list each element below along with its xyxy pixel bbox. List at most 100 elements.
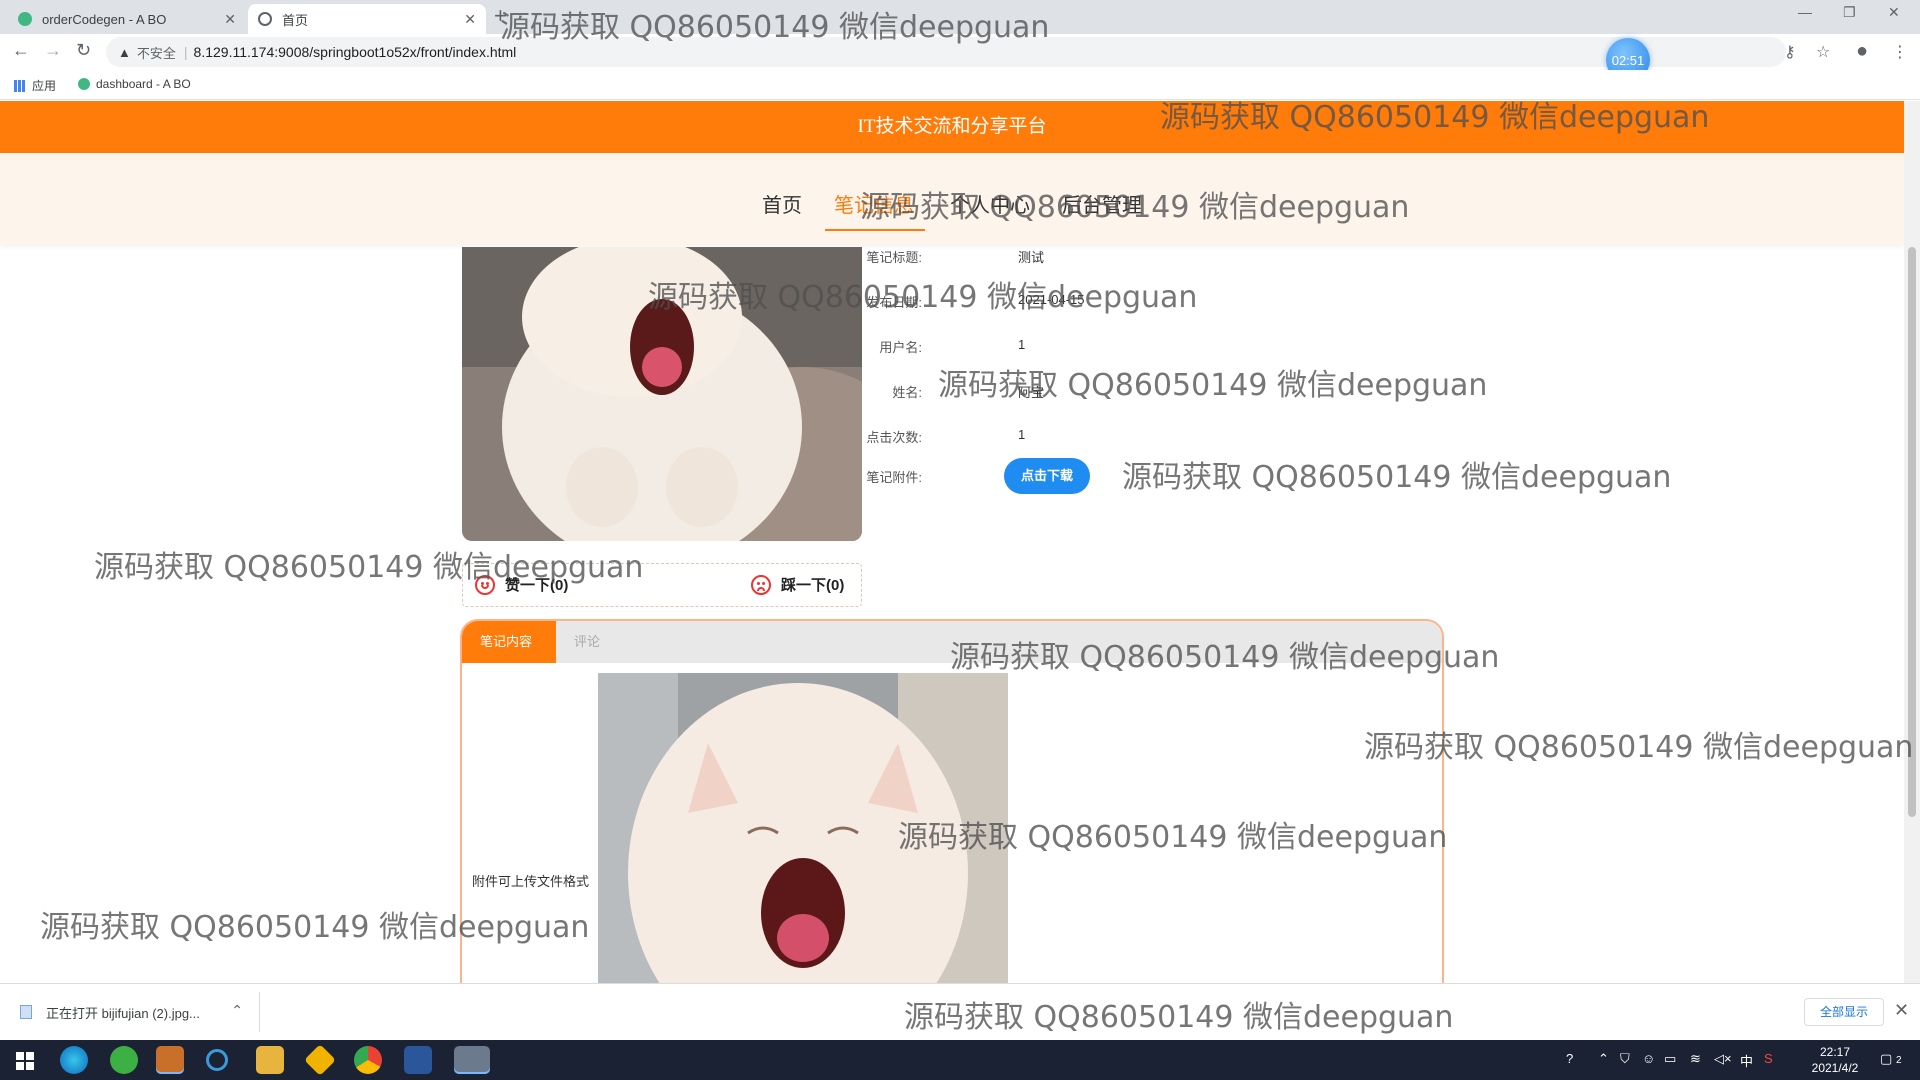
- vue-favicon-icon: [78, 78, 90, 90]
- content-text: 附件可上传文件格式: [472, 874, 590, 889]
- windows-taskbar: ? ⌃ ⛉ ☺ ▭ ≋ ◁× 中 S 22:17 2021/4/2 ▢ 2: [0, 1040, 1920, 1080]
- vote-box: 赞一下(0) 踩一下(0): [462, 563, 862, 607]
- user-icon[interactable]: ☺: [1642, 1051, 1655, 1066]
- sketch-app-icon[interactable]: [304, 1044, 336, 1076]
- apps-grid-icon: [14, 79, 26, 92]
- chevron-up-icon[interactable]: ⌃: [231, 1002, 243, 1019]
- field-label: 用户名:: [879, 340, 922, 355]
- edge-icon[interactable]: [60, 1046, 88, 1074]
- field-label: 点击次数:: [866, 430, 922, 445]
- dislike-label: 踩一下(0): [781, 577, 845, 594]
- download-shelf: 正在打开 bijifujian (2).jpg... ⌃ 全部显示 ✕: [0, 983, 1920, 1040]
- page-scrollbar[interactable]: [1904, 101, 1920, 983]
- tray-chevron-up-icon[interactable]: ⌃: [1598, 1051, 1609, 1067]
- page-viewport: IT技术交流和分享平台 首页 笔记信息 个人中心 后台管理 笔记标题: 测试 发…: [0, 101, 1904, 983]
- download-attachment-button[interactable]: 点击下载: [1004, 458, 1090, 494]
- bookmark-apps[interactable]: 应用: [14, 77, 56, 94]
- star-bookmark-icon[interactable]: ☆: [1816, 42, 1830, 62]
- site-nav: 首页 笔记信息 个人中心 后台管理: [0, 153, 1904, 245]
- notification-count: 2: [1896, 1055, 1902, 1066]
- nav-notes[interactable]: 笔记信息: [834, 189, 914, 218]
- wifi-icon[interactable]: ≋: [1690, 1051, 1701, 1067]
- close-download-shelf-icon[interactable]: ✕: [1894, 1000, 1909, 1021]
- note-cover-image: [462, 247, 862, 541]
- word-icon[interactable]: [404, 1046, 432, 1074]
- show-all-button[interactable]: 全部显示: [1804, 998, 1884, 1026]
- nav-personal-center[interactable]: 个人中心: [950, 189, 1030, 218]
- browser-tab-home[interactable]: 首页 ✕: [248, 4, 486, 34]
- search-tool-icon[interactable]: [206, 1049, 228, 1071]
- scrollbar-thumb[interactable]: [1908, 247, 1916, 817]
- forward-arrow-icon[interactable]: →: [44, 40, 62, 61]
- profile-avatar-icon[interactable]: ●: [1856, 40, 1868, 63]
- nav-admin[interactable]: 后台管理: [1062, 189, 1142, 218]
- like-label: 赞一下(0): [505, 577, 569, 594]
- sogou-ime-icon[interactable]: S: [1764, 1051, 1773, 1066]
- image-file-icon: [20, 1005, 32, 1019]
- globe-favicon-icon: [258, 12, 272, 26]
- battery-icon[interactable]: ▭: [1664, 1051, 1676, 1067]
- reload-icon[interactable]: ↻: [76, 40, 91, 61]
- note-content-panel: 笔记内容 评论 附件可上传文件格式: [460, 619, 1444, 983]
- new-tab-button[interactable]: +: [494, 3, 507, 29]
- clock-date: 2021/4/2: [1811, 1061, 1859, 1075]
- close-window-icon[interactable]: ✕: [1888, 4, 1900, 21]
- url-text[interactable]: 8.129.11.174:9008/springboot1o52x/front/…: [194, 44, 517, 60]
- close-tab-icon[interactable]: ✕: [464, 11, 476, 28]
- field-label: 笔记标题:: [866, 250, 922, 265]
- divider: |: [183, 44, 188, 60]
- field-value: 2021-04-15: [1018, 292, 1085, 307]
- wechat-icon[interactable]: [156, 1046, 184, 1074]
- taskbar-clock[interactable]: 22:17 2021/4/2: [1800, 1044, 1870, 1076]
- photos-app-icon[interactable]: [454, 1046, 490, 1074]
- field-value: 阿宝: [1018, 385, 1045, 400]
- file-explorer-icon[interactable]: [256, 1046, 284, 1074]
- field-label: 笔记附件:: [866, 470, 922, 485]
- nav-home[interactable]: 首页: [762, 189, 802, 218]
- chrome-icon[interactable]: [354, 1046, 382, 1074]
- bookmark-dashboard[interactable]: dashboard - A BO: [78, 77, 191, 91]
- field-label: 姓名:: [892, 385, 922, 400]
- content-tabs: 笔记内容 评论: [462, 621, 1442, 663]
- field-value: 测试: [1018, 250, 1045, 265]
- clock-time: 22:17: [1819, 1045, 1851, 1059]
- bookmark-label: dashboard - A BO: [96, 77, 191, 91]
- tab-title: 首页: [282, 12, 309, 28]
- ime-indicator[interactable]: 中: [1740, 1051, 1753, 1070]
- close-tab-icon[interactable]: ✕: [224, 11, 236, 28]
- note-field-title: 笔记标题: 测试: [830, 247, 1230, 267]
- note-field-username: 用户名: 1: [830, 337, 1230, 357]
- like-button[interactable]: 赞一下(0): [475, 574, 568, 595]
- bookmark-label: 应用: [32, 79, 57, 93]
- help-icon[interactable]: ?: [1566, 1051, 1573, 1066]
- content-cat-image: [598, 673, 1008, 983]
- field-value: 1: [1018, 337, 1026, 352]
- notification-center-icon[interactable]: ▢: [1880, 1051, 1892, 1067]
- address-bar[interactable]: ▲ 不安全 | 8.129.11.174:9008/springboot1o52…: [106, 37, 1786, 67]
- note-field-name: 姓名: 阿宝: [830, 382, 1230, 402]
- green-app-icon[interactable]: [110, 1046, 138, 1074]
- minimize-window-icon[interactable]: —: [1798, 4, 1812, 20]
- site-title: IT技术交流和分享平台: [857, 116, 1047, 137]
- browser-tab-ordercodegen[interactable]: orderCodegen - A BO ✕: [8, 4, 246, 34]
- bookmarks-bar: 应用 dashboard - A BO: [0, 70, 1920, 100]
- field-label: 发布日期:: [866, 295, 922, 310]
- key-icon[interactable]: ⚷: [1784, 42, 1796, 62]
- back-arrow-icon[interactable]: ←: [12, 40, 30, 61]
- note-field-date: 发布日期: 2021-04-15: [830, 292, 1230, 312]
- shield-icon[interactable]: ⛉: [1620, 1051, 1630, 1067]
- smile-face-icon: [475, 574, 495, 595]
- windows-start-icon[interactable]: [16, 1052, 34, 1070]
- download-item[interactable]: 正在打开 bijifujian (2).jpg... ⌃: [8, 992, 260, 1032]
- menu-kebab-icon[interactable]: ⋮: [1892, 42, 1908, 62]
- volume-muted-icon[interactable]: ◁×: [1714, 1051, 1732, 1067]
- insecure-label: 不安全: [136, 45, 176, 61]
- field-value: 1: [1018, 427, 1026, 442]
- dislike-button[interactable]: 踩一下(0): [751, 574, 844, 595]
- site-header: IT技术交流和分享平台: [0, 101, 1904, 153]
- tab-note-content[interactable]: 笔记内容: [462, 621, 556, 663]
- warning-triangle-icon: ▲: [118, 44, 131, 60]
- restore-window-icon[interactable]: ❐: [1843, 4, 1856, 21]
- tab-comments[interactable]: 评论: [556, 621, 618, 663]
- browser-tab-strip: orderCodegen - A BO ✕ 首页 ✕ + — ❐ ✕: [0, 0, 1920, 34]
